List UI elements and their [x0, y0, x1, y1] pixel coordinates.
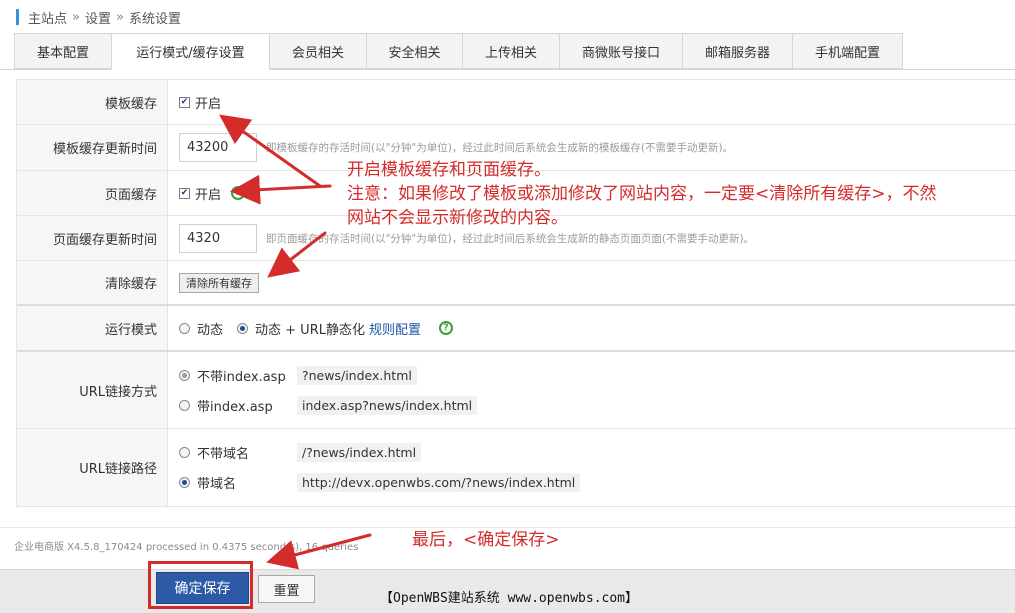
tab-run-mode-cache[interactable]: 运行模式/缓存设置	[111, 33, 269, 70]
clear-all-cache-button[interactable]: 清除所有缓存	[179, 272, 259, 293]
page-cache-time-hint: 即页面缓存的存活时间(以"分钟"为单位)，经过此时间后系统会生成新的静态页面页面…	[266, 232, 755, 245]
row-url-path: URL链接路径 不带域名 /?news/index.html 带域名 http:…	[17, 429, 1015, 507]
value-url-path: 不带域名 /?news/index.html 带域名 http://devx.o…	[168, 429, 1015, 506]
page-cache-checkbox[interactable]: ✔	[179, 187, 190, 199]
save-button[interactable]: 确定保存	[156, 572, 249, 604]
help-circle-icon[interactable]: ?	[438, 321, 453, 335]
url-path-domain-example: http://devx.openwbs.com/?news/index.html	[297, 473, 581, 492]
url-mode-no-index-radio[interactable]	[179, 369, 190, 381]
label-url-mode: URL链接方式	[17, 352, 168, 428]
breadcrumb-settings[interactable]: 设置	[85, 8, 111, 27]
page-cache-checkbox-label: 开启	[195, 187, 222, 203]
value-template-cache: ✔ 开启	[168, 80, 1015, 124]
row-url-mode: URL链接方式 不带index.asp ?news/index.html 带in…	[17, 352, 1015, 429]
tab-basic[interactable]: 基本配置	[14, 33, 111, 69]
label-template-cache: 模板缓存	[17, 80, 168, 124]
value-clear-cache: 清除所有缓存	[168, 261, 1015, 304]
run-mode-static-label: 动态 + URL静态化	[255, 322, 365, 338]
rule-config-link[interactable]: 规则配置	[369, 319, 421, 338]
run-mode-dynamic-radio[interactable]	[179, 322, 190, 334]
tab-mail-server[interactable]: 邮箱服务器	[682, 33, 792, 69]
tab-members[interactable]: 会员相关	[269, 33, 366, 69]
help-circle-icon[interactable]: ?	[231, 186, 246, 200]
value-url-mode: 不带index.asp ?news/index.html 带index.asp …	[168, 352, 1015, 428]
settings-tabs: 基本配置 运行模式/缓存设置 会员相关 安全相关 上传相关 商微账号接口 邮箱服…	[14, 33, 903, 70]
url-mode-no-index-label: 不带index.asp	[197, 369, 286, 385]
template-cache-checkbox-label: 开启	[195, 96, 222, 112]
tab-mobile[interactable]: 手机端配置	[792, 33, 903, 69]
breadcrumb: 主站点 » 设置 » 系统设置	[16, 7, 181, 27]
processed-info: 企业电商版 X4.5.8_170424 processed in 0.4375 …	[14, 542, 359, 553]
tab-account-api[interactable]: 商微账号接口	[559, 33, 682, 69]
annotation-line-2: 注意：如果修改了模板或添加修改了网站内容，一定要<清除所有缓存>，不然	[347, 184, 937, 204]
template-cache-time-input[interactable]	[179, 133, 257, 162]
url-path-domain-label: 带域名	[197, 477, 237, 492]
annotation-line-3: 网站不会显示新修改的内容。	[347, 208, 568, 228]
url-path-option-no-domain: 不带域名 /?news/index.html	[179, 438, 422, 468]
breadcrumb-current: 系统设置	[128, 11, 181, 27]
label-page-cache-time: 页面缓存更新时间	[17, 216, 168, 260]
label-template-cache-time: 模板缓存更新时间	[17, 125, 168, 170]
brand-footer: 【OpenWBS建站系统 www.openwbs.com】	[380, 591, 639, 606]
row-template-cache: 模板缓存 ✔ 开启	[17, 80, 1015, 125]
tab-upload[interactable]: 上传相关	[462, 33, 559, 69]
value-run-mode: 动态 动态 + URL静态化 规则配置 ?	[168, 306, 1015, 350]
url-mode-no-index-example: ?news/index.html	[297, 365, 417, 385]
run-mode-static-radio[interactable]	[237, 322, 249, 334]
reset-button[interactable]: 重置	[258, 575, 315, 603]
url-mode-option-no-index: 不带index.asp ?news/index.html	[179, 360, 417, 390]
url-mode-index-example: index.asp?news/index.html	[297, 395, 478, 415]
url-path-no-domain-example: /?news/index.html	[297, 443, 422, 462]
url-mode-index-label: 带index.asp	[197, 399, 273, 415]
annotation-line-1: 开启模板缓存和页面缓存。	[347, 160, 551, 180]
url-path-no-domain-label: 不带域名	[197, 447, 250, 462]
row-run-mode: 运行模式 动态 动态 + URL静态化 规则配置 ?	[17, 306, 1015, 352]
url-mode-index-radio[interactable]	[179, 399, 190, 411]
url-mode-option-index: 带index.asp index.asp?news/index.html	[179, 390, 478, 420]
breadcrumb-separator: »	[72, 9, 80, 25]
row-clear-cache: 清除缓存 清除所有缓存	[17, 261, 1015, 306]
url-path-no-domain-radio[interactable]	[179, 447, 190, 458]
page-cache-time-input[interactable]	[179, 223, 257, 253]
tab-security[interactable]: 安全相关	[366, 33, 462, 69]
annotation-cache-note: 开启模板缓存和页面缓存。 注意：如果修改了模板或添加修改了网站内容，一定要<清除…	[347, 158, 1007, 230]
breadcrumb-accent-bar	[16, 9, 19, 25]
url-path-option-domain: 带域名 http://devx.openwbs.com/?news/index.…	[179, 468, 581, 498]
label-clear-cache: 清除缓存	[17, 261, 168, 304]
label-run-mode: 运行模式	[17, 306, 168, 350]
label-url-path: URL链接路径	[17, 429, 168, 506]
template-cache-checkbox[interactable]: ✔	[179, 96, 190, 108]
breadcrumb-home[interactable]: 主站点	[28, 8, 67, 27]
url-path-domain-radio[interactable]	[179, 477, 190, 488]
template-cache-time-hint: 即模板缓存的存活时间(以"分钟"为单位)，经过此时间后系统会生成新的模板缓存(不…	[266, 142, 734, 154]
label-page-cache: 页面缓存	[17, 171, 168, 215]
annotation-final-save: 最后，<确定保存>	[412, 530, 560, 550]
run-mode-dynamic-label: 动态	[197, 322, 224, 338]
breadcrumb-separator: »	[116, 9, 124, 25]
settings-form: 模板缓存 ✔ 开启 模板缓存更新时间 即模板缓存的存活时间(以"分钟"为单位)，…	[16, 79, 1015, 507]
